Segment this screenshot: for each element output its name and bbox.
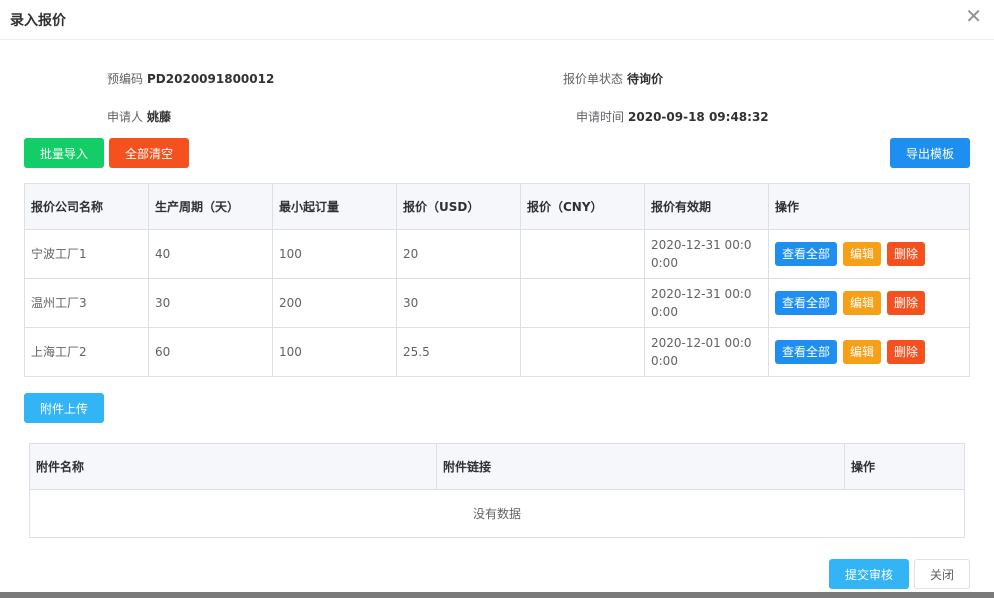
cell-usd: 30: [396, 278, 521, 328]
background-overlay-strip: [0, 592, 994, 598]
time-value: 2020-09-18 09:48:32: [628, 110, 769, 124]
batch-import-button[interactable]: 批量导入: [24, 138, 104, 168]
header-validity: 报价有效期: [644, 183, 769, 230]
status-value: 待询价: [627, 72, 664, 86]
clear-all-button[interactable]: 全部清空: [109, 138, 189, 168]
header-company: 报价公司名称: [24, 183, 149, 230]
cell-usd: 20: [396, 229, 521, 279]
view-all-button[interactable]: 查看全部: [775, 242, 838, 266]
table-row: 上海工厂2 60 100 25.5 2020-12-01 00:00:00 查看…: [24, 327, 970, 377]
export-template-button[interactable]: 导出模板: [890, 138, 970, 168]
cell-actions: 查看全部 编辑 删除: [768, 229, 970, 279]
cell-moq: 100: [272, 327, 397, 377]
close-button[interactable]: 关闭: [914, 559, 970, 589]
time-label: 申请时间: [576, 110, 625, 124]
delete-button[interactable]: 删除: [887, 291, 926, 315]
applicant-info: 申请人 姚藤: [107, 108, 171, 125]
quote-table-header: 报价公司名称 生产周期（天） 最小起订量 报价（USD） 报价（CNY） 报价有…: [24, 183, 970, 230]
delete-button[interactable]: 删除: [887, 242, 926, 266]
cell-actions: 查看全部 编辑 删除: [768, 278, 970, 328]
code-label: 预编码: [107, 72, 144, 86]
cell-company: 温州工厂3: [24, 278, 149, 328]
header-cycle: 生产周期（天）: [148, 183, 273, 230]
delete-button[interactable]: 删除: [887, 340, 926, 364]
status-label: 报价单状态: [563, 72, 624, 86]
cell-moq: 200: [272, 278, 397, 328]
cell-cny: [520, 229, 645, 279]
attachment-table-header: 附件名称 附件链接 操作: [29, 443, 965, 490]
cell-validity: 2020-12-31 00:00:00: [644, 278, 769, 328]
cell-usd: 25.5: [396, 327, 521, 377]
cell-cny: [520, 327, 645, 377]
cell-validity: 2020-12-01 00:00:00: [644, 327, 769, 377]
applicant-value: 姚藤: [147, 110, 172, 124]
quote-table: 报价公司名称 生产周期（天） 最小起订量 报价（USD） 报价（CNY） 报价有…: [24, 183, 970, 377]
code-value: PD2020091800012: [147, 72, 275, 86]
close-icon[interactable]: ✕: [965, 6, 982, 26]
code-info: 预编码 PD2020091800012: [107, 70, 274, 87]
empty-text: 没有数据: [29, 489, 965, 538]
applicant-label: 申请人: [107, 110, 144, 124]
cell-company: 上海工厂2: [24, 327, 149, 377]
cell-company: 宁波工厂1: [24, 229, 149, 279]
table-row: 温州工厂3 30 200 30 2020-12-31 00:00:00 查看全部…: [24, 278, 970, 328]
view-all-button[interactable]: 查看全部: [775, 291, 838, 315]
header-attachment-link: 附件链接: [436, 443, 845, 490]
cell-cny: [520, 278, 645, 328]
view-all-button[interactable]: 查看全部: [775, 340, 838, 364]
edit-button[interactable]: 编辑: [843, 291, 882, 315]
header-actions: 操作: [768, 183, 970, 230]
header-cny: 报价（CNY）: [520, 183, 645, 230]
attachment-table: 附件名称 附件链接 操作 没有数据: [29, 443, 965, 538]
cell-cycle: 40: [148, 229, 273, 279]
dialog-title: 录入报价: [10, 13, 66, 29]
cell-moq: 100: [272, 229, 397, 279]
quote-entry-dialog: 录入报价 ✕ 预编码 PD2020091800012 报价单状态 待询价 申请人 姚藤…: [0, 0, 994, 598]
upload-attachment-button[interactable]: 附件上传: [24, 393, 104, 423]
header-usd: 报价（USD）: [396, 183, 521, 230]
header-moq: 最小起订量: [272, 183, 397, 230]
time-info: 申请时间 2020-09-18 09:48:32: [576, 108, 769, 125]
cell-cycle: 60: [148, 327, 273, 377]
cell-validity: 2020-12-31 00:00:00: [644, 229, 769, 279]
submit-review-button[interactable]: 提交审核: [829, 559, 909, 589]
table-row: 宁波工厂1 40 100 20 2020-12-31 00:00:00 查看全部…: [24, 229, 970, 279]
empty-row: 没有数据: [29, 489, 965, 538]
edit-button[interactable]: 编辑: [843, 242, 882, 266]
header-attachment-actions: 操作: [844, 443, 965, 490]
dialog-header: 录入报价 ✕: [0, 0, 994, 40]
cell-actions: 查看全部 编辑 删除: [768, 327, 970, 377]
status-info: 报价单状态 待询价: [563, 70, 663, 87]
edit-button[interactable]: 编辑: [843, 340, 882, 364]
cell-cycle: 30: [148, 278, 273, 328]
header-attachment-name: 附件名称: [29, 443, 437, 490]
